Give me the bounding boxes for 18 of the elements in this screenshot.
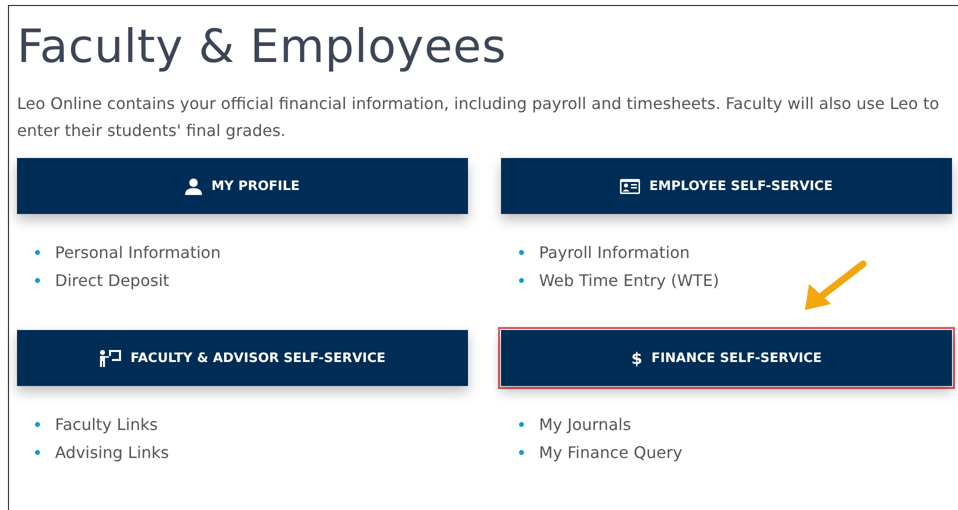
service-link[interactable]: My Finance Query (539, 442, 682, 462)
service-link[interactable]: Web Time Entry (WTE) (539, 270, 720, 290)
service-link[interactable]: My Journals (539, 414, 632, 434)
presenter-icon (99, 350, 122, 366)
dollar-icon: $ (631, 348, 642, 368)
service-button[interactable]: MY PROFILE (17, 158, 468, 214)
service-link[interactable]: Direct Deposit (55, 270, 170, 290)
service-button[interactable]: FACULTY & ADVISOR SELF-SERVICE (17, 330, 468, 386)
service-button[interactable]: $ FINANCE SELF-SERVICE (501, 330, 952, 386)
service-link[interactable]: Faculty Links (55, 414, 158, 434)
service-link[interactable]: Advising Links (55, 442, 169, 462)
page-title: Faculty & Employees (17, 18, 506, 74)
id-card-icon (620, 178, 640, 194)
service-button[interactable]: EMPLOYEE SELF-SERVICE (501, 158, 952, 214)
service-link[interactable]: Personal Information (55, 242, 221, 262)
person-icon (185, 178, 202, 194)
service-link[interactable]: Payroll Information (539, 242, 690, 262)
intro-paragraph: Leo Online contains your official financial information, including payroll and timesheets. Faculty will also use Leo to enter their students' final grades. (17, 93, 940, 142)
